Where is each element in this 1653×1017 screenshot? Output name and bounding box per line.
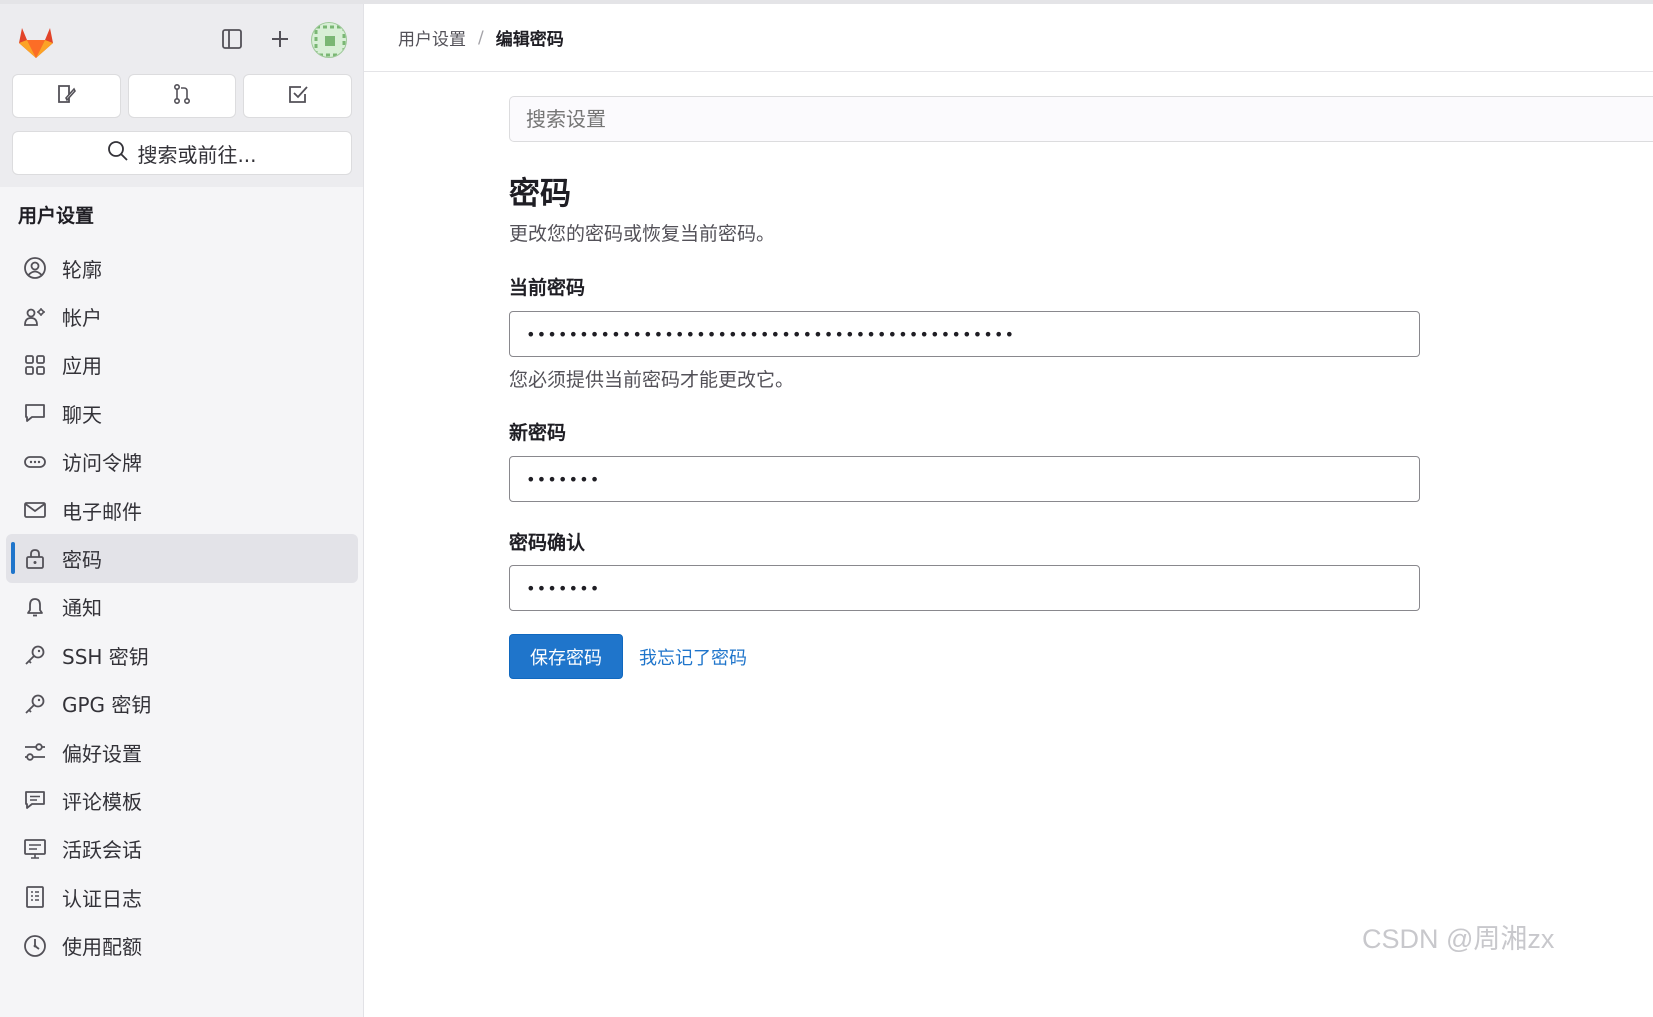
new-password-label: 新密码	[509, 422, 567, 444]
sidebar-item-usage-quotas[interactable]: 使用配额	[6, 921, 358, 969]
todo-icon	[287, 83, 309, 109]
lock-icon	[22, 546, 48, 572]
bell-icon	[22, 594, 48, 620]
sidebar-item-ssh-keys[interactable]: SSH 密钥	[6, 631, 358, 679]
tanuki-logo-icon[interactable]	[16, 22, 56, 60]
search-icon	[107, 140, 129, 167]
sidebar-item-label: 通知	[62, 596, 102, 621]
sidebar-item-profile[interactable]: 轮廓	[6, 244, 358, 292]
breadcrumb: 用户设置 / 编辑密码	[364, 4, 1653, 72]
current-password-help: 您必须提供当前密码才能更改它。	[509, 369, 795, 391]
sidebar-item-label: 应用	[62, 354, 102, 379]
sidebar-item-preferences[interactable]: 偏好设置	[6, 728, 358, 776]
sidebar-item-label: 评论模板	[62, 789, 142, 814]
sidebar-section-title: 用户设置	[18, 205, 95, 227]
breadcrumb-user-settings[interactable]: 用户设置	[398, 25, 466, 50]
page-title: 密码	[509, 176, 571, 212]
sidebar-item-label: 活跃会话	[62, 838, 142, 863]
sidebar: 搜索或前往... 用户设置 轮廓 帐户 应用 聊天 访问令牌 电子邮件 密码 通…	[0, 4, 364, 1017]
quota-icon	[22, 933, 48, 959]
sidebar-item-access-tokens[interactable]: 访问令牌	[6, 438, 358, 486]
sidebar-item-label: 密码	[62, 548, 102, 573]
current-password-label: 当前密码	[509, 277, 586, 299]
breadcrumb-separator: /	[478, 27, 484, 48]
global-search-button[interactable]: 搜索或前往...	[12, 131, 352, 175]
confirm-password-label: 密码确认	[509, 532, 586, 554]
profile-icon	[22, 255, 48, 281]
key-icon	[22, 642, 48, 668]
log-icon	[22, 884, 48, 910]
preferences-icon	[22, 739, 48, 765]
key-icon	[22, 691, 48, 717]
mail-icon	[22, 497, 48, 523]
settings-search-input[interactable]	[509, 96, 1653, 142]
sidebar-item-label: 轮廓	[62, 257, 102, 282]
sidebar-item-comment-templates[interactable]: 评论模板	[6, 776, 358, 824]
applications-icon	[22, 352, 48, 378]
sidebar-item-chat[interactable]: 聊天	[6, 389, 358, 437]
forgot-password-link[interactable]: 我忘记了密码	[639, 644, 747, 670]
token-icon	[22, 449, 48, 475]
sidebar-item-active-sessions[interactable]: 活跃会话	[6, 825, 358, 873]
merge-request-icon	[171, 83, 193, 109]
plus-icon[interactable]	[265, 24, 295, 54]
sidebar-item-label: 使用配额	[62, 935, 142, 960]
sidebar-item-account[interactable]: 帐户	[6, 292, 358, 340]
sidebar-item-label: 聊天	[62, 402, 102, 427]
todo-button[interactable]	[243, 74, 353, 118]
sidebar-header: 搜索或前往...	[0, 4, 363, 187]
sidebar-item-label: 帐户	[62, 306, 102, 331]
merge-requests-button[interactable]	[127, 74, 237, 118]
monitor-icon	[22, 836, 48, 862]
save-password-button[interactable]: 保存密码	[509, 634, 623, 679]
sidebar-toggle-icon[interactable]	[217, 24, 247, 54]
current-password-field[interactable]	[509, 311, 1420, 357]
page-description: 更改您的密码或恢复当前密码。	[509, 223, 776, 245]
sidebar-item-emails[interactable]: 电子邮件	[6, 486, 358, 534]
sidebar-item-applications[interactable]: 应用	[6, 341, 358, 389]
confirm-password-field[interactable]	[509, 565, 1420, 611]
new-password-field[interactable]	[509, 456, 1420, 502]
sidebar-item-gpg-keys[interactable]: GPG 密钥	[6, 680, 358, 728]
account-icon	[22, 304, 48, 330]
comment-template-icon	[22, 787, 48, 813]
issues-button[interactable]	[12, 74, 121, 118]
chat-icon	[22, 400, 48, 426]
avatar[interactable]	[311, 22, 347, 58]
quick-actions	[12, 74, 353, 118]
sidebar-item-label: GPG 密钥	[62, 693, 152, 718]
sidebar-item-label: 访问令牌	[62, 451, 142, 476]
global-search-label: 搜索或前往...	[137, 142, 257, 167]
sidebar-item-label: 偏好设置	[62, 741, 142, 766]
sidebar-item-authentication-log[interactable]: 认证日志	[6, 873, 358, 921]
issues-icon	[55, 83, 77, 109]
sidebar-item-label: SSH 密钥	[62, 644, 149, 669]
sidebar-item-label: 认证日志	[62, 886, 142, 911]
sidebar-item-password[interactable]: 密码	[6, 534, 358, 583]
breadcrumb-current: 编辑密码	[495, 30, 564, 50]
watermark: CSDN @周湘zx	[1362, 924, 1555, 954]
sidebar-item-label: 电子邮件	[62, 499, 142, 524]
sidebar-nav: 轮廓 帐户 应用 聊天 访问令牌 电子邮件 密码 通知 SSH 密钥 GPG 密…	[6, 244, 358, 970]
sidebar-item-notifications[interactable]: 通知	[6, 583, 358, 631]
